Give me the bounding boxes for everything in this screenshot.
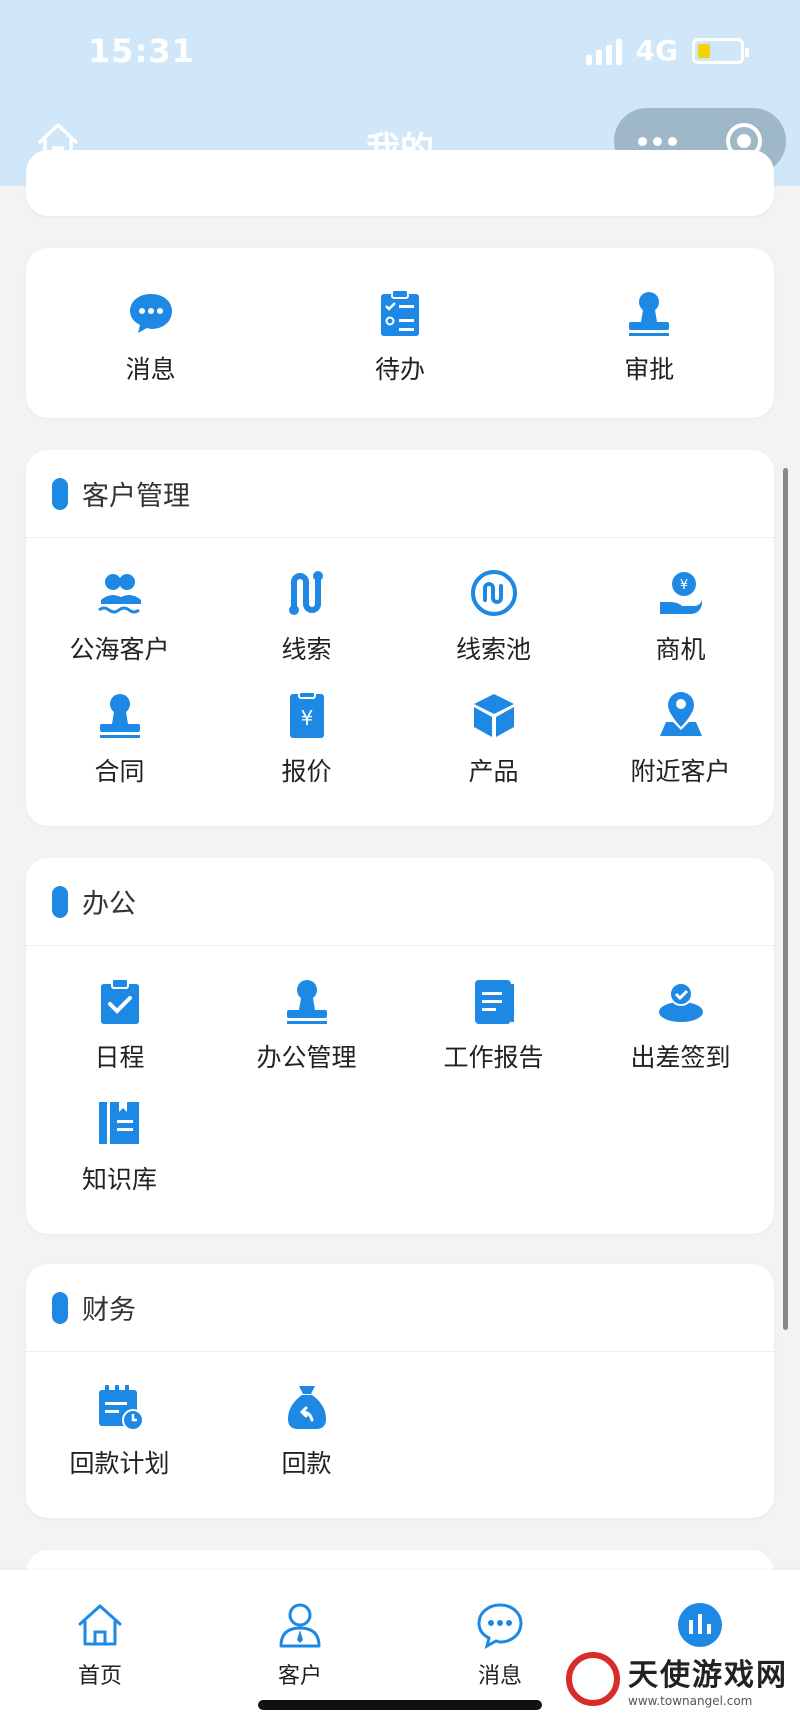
watermark-logo-icon	[566, 1652, 620, 1706]
check-in-pin-icon	[658, 982, 703, 1022]
menu-item-label: 线索	[281, 635, 332, 664]
quick-item-label: 审批	[624, 355, 675, 384]
more-icon[interactable]	[638, 136, 678, 146]
svg-text:¥: ¥	[679, 578, 687, 593]
customer-management-card: 客户管理 公海客户 线索 线索池 ¥ 商机 合同 ¥ 报价 产品 附近客户	[26, 450, 774, 826]
menu-item-label: 出差签到	[630, 1043, 731, 1072]
box-icon	[473, 694, 514, 737]
section-title: 办公	[82, 889, 136, 920]
menu-item-contracts[interactable]: 合同	[26, 690, 213, 812]
clipboard-list-icon	[380, 289, 419, 336]
stamp-icon	[99, 694, 140, 738]
menu-item-trip-check-in[interactable]: 出差签到	[587, 976, 774, 1098]
menu-item-label: 商机	[655, 635, 706, 664]
menu-item-schedule[interactable]: 日程	[26, 976, 213, 1098]
section-header: 财务	[26, 1264, 774, 1352]
tab-messages[interactable]: 消息	[440, 1600, 560, 1690]
menu-item-nearby-customers[interactable]: 附近客户	[587, 690, 774, 812]
users-icon	[97, 574, 141, 614]
finance-card: 财务 回款计划 回款	[26, 1264, 774, 1518]
menu-item-opportunities[interactable]: ¥ 商机	[587, 568, 774, 690]
section-title: 客户管理	[82, 481, 190, 512]
status-indicators: 4G	[585, 34, 749, 67]
menu-item-label: 工作报告	[443, 1043, 544, 1072]
message-icon	[477, 1603, 523, 1649]
menu-item-products[interactable]: 产品	[400, 690, 587, 812]
menu-item-label: 办公管理	[256, 1043, 357, 1072]
section-marker	[52, 1291, 68, 1324]
menu-item-label: 回款	[281, 1449, 332, 1478]
report-book-icon	[474, 980, 514, 1024]
tab-label: 消息	[477, 1664, 522, 1689]
tab-label: 首页	[77, 1664, 122, 1689]
menu-item-payment[interactable]: 回款	[213, 1382, 400, 1504]
watermark-text: 天使游戏网	[628, 1658, 788, 1693]
office-card: 办公 日程 办公管理 工作报告 出差签到 知识库	[26, 858, 774, 1234]
menu-item-label: 合同	[94, 757, 145, 786]
location-user-icon	[659, 692, 702, 736]
menu-item-label: 报价	[281, 757, 332, 786]
menu-item-leads[interactable]: 线索	[213, 568, 400, 690]
scrollbar[interactable]	[783, 468, 788, 1330]
yuan-doc-icon: ¥	[289, 691, 324, 738]
tab-home[interactable]: 首页	[40, 1600, 160, 1690]
menu-item-payment-plan[interactable]: 回款计划	[26, 1382, 213, 1504]
person-icon	[279, 1603, 321, 1648]
watermark: 天使游戏网 www.townangel.com	[566, 1650, 788, 1708]
menu-item-label: 附近客户	[630, 757, 731, 786]
menu-item-work-report[interactable]: 工作报告	[400, 976, 587, 1098]
quick-item-label: 消息	[125, 355, 176, 384]
section-header: 办公	[26, 858, 774, 946]
plan-calendar-icon	[98, 1385, 144, 1431]
menu-item-label: 产品	[468, 757, 519, 786]
svg-text:¥: ¥	[300, 706, 313, 730]
tab-customers[interactable]: 客户	[240, 1600, 360, 1690]
signal-icon	[585, 37, 622, 65]
books-icon	[98, 1102, 139, 1144]
menu-item-label: 公海客户	[69, 635, 170, 664]
quick-item-messages[interactable]: 消息	[26, 288, 275, 410]
section-marker	[52, 885, 68, 918]
circle-path-icon	[470, 570, 517, 616]
quick-item-approval[interactable]: 审批	[525, 288, 774, 410]
watermark-url: www.townangel.com	[628, 1694, 753, 1708]
quick-actions-card: 消息 待办 审批	[26, 248, 774, 418]
hand-coin-icon: ¥	[659, 572, 702, 614]
chat-bubble-icon	[129, 294, 172, 333]
home-indicator	[258, 1700, 542, 1710]
section-marker	[52, 477, 68, 510]
partial-card	[26, 150, 774, 216]
stamp-icon	[286, 980, 327, 1024]
tab-mine[interactable]	[640, 1600, 760, 1650]
menu-item-label: 回款计划	[69, 1449, 170, 1478]
profile-filled-icon	[678, 1603, 722, 1647]
menu-item-public-customers[interactable]: 公海客户	[26, 568, 213, 690]
section-title: 财务	[82, 1295, 136, 1326]
menu-item-label: 线索池	[455, 635, 531, 664]
menu-item-knowledge-base[interactable]: 知识库	[26, 1098, 213, 1220]
menu-item-office-management[interactable]: 办公管理	[213, 976, 400, 1098]
home-icon	[78, 1604, 122, 1646]
status-time: 15:31	[88, 32, 195, 70]
quick-item-label: 待办	[374, 355, 425, 384]
section-header: 客户管理	[26, 450, 774, 538]
path-icon	[288, 571, 323, 615]
quick-item-todo[interactable]: 待办	[275, 288, 524, 410]
menu-item-quotes[interactable]: ¥ 报价	[213, 690, 400, 812]
stamp-icon	[629, 292, 670, 336]
money-bag-icon	[287, 1386, 326, 1429]
battery-icon	[692, 37, 749, 64]
menu-item-lead-pool[interactable]: 线索池	[400, 568, 587, 690]
menu-item-label: 日程	[94, 1043, 145, 1072]
menu-item-label: 知识库	[81, 1165, 157, 1194]
calendar-check-icon	[100, 978, 139, 1024]
tab-label: 客户	[277, 1664, 322, 1689]
network-type: 4G	[635, 34, 678, 67]
